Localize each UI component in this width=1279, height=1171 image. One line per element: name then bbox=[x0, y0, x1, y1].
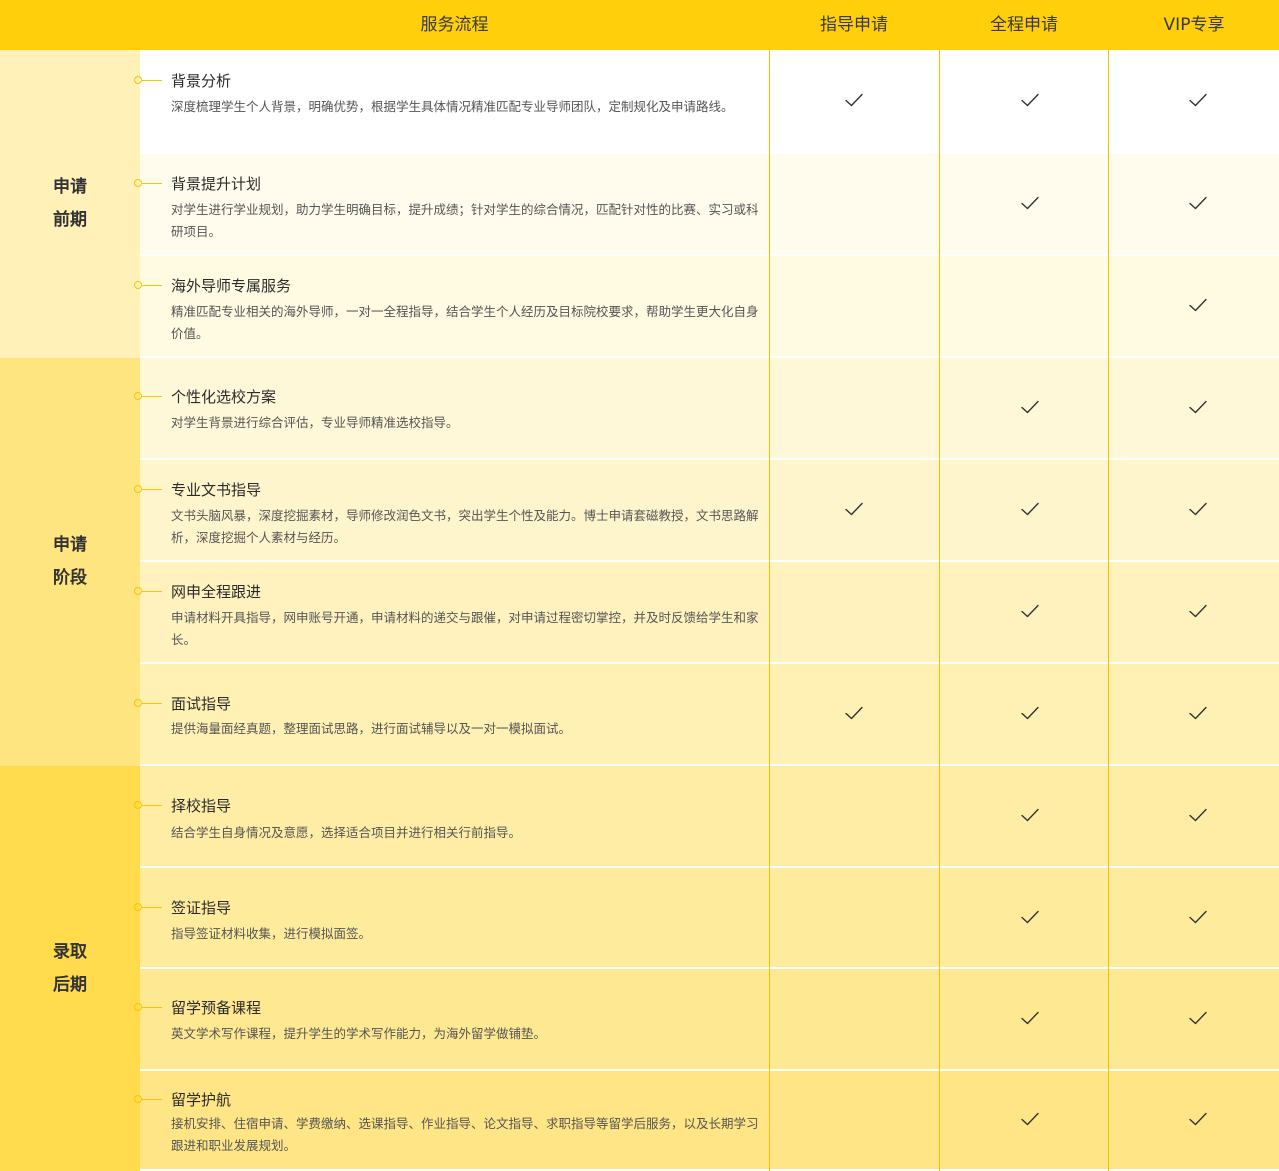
checkmark-icon bbox=[1188, 295, 1208, 315]
service-description: 申请材料开具指导，网申账号开通，申请材料的递交与跟催，对申请过程密切掌控，并及时… bbox=[171, 610, 759, 647]
timeline-dot-icon bbox=[134, 485, 142, 493]
timeline-dot-icon bbox=[134, 179, 142, 187]
header-service-flow: 服务流程 bbox=[420, 15, 489, 35]
service-description: 对学生背景进行综合评估，专业导师精准选校指导。 bbox=[171, 415, 459, 430]
timeline-connector bbox=[142, 1007, 162, 1008]
service-comparison-table: 服务流程 指导申请 全程申请 VIP专享 申请 前期 申请 阶段 录取 后期 背… bbox=[0, 0, 1279, 1171]
timeline-dot-icon bbox=[134, 76, 142, 84]
checkmark-icon bbox=[1020, 193, 1040, 213]
checkmark-icon bbox=[1188, 703, 1208, 723]
service-title: 网申全程跟进 bbox=[171, 583, 262, 601]
service-description: 接机安排、住宿申请、学费缴纳、选课指导、作业指导、论文指导、求职指导等留学后服务… bbox=[171, 1116, 759, 1153]
timeline-dot-icon bbox=[134, 1095, 142, 1103]
service-description: 提供海量面经真题，整理面试思路，进行面试辅导以及一对一模拟面试。 bbox=[171, 721, 572, 736]
timeline-connector bbox=[142, 489, 162, 490]
checkmark-icon bbox=[1188, 90, 1208, 110]
timeline-connector bbox=[142, 183, 162, 184]
checkmark-icon bbox=[1020, 499, 1040, 519]
checkmark-icon bbox=[1020, 397, 1040, 417]
checkmark-icon bbox=[1188, 601, 1208, 621]
service-title: 个性化选校方案 bbox=[171, 388, 277, 406]
service-description: 深度梳理学生个人背景，明确优势，根据学生具体情况精准匹配专业导师团队，定制规化及… bbox=[171, 99, 734, 114]
service-description: 指导签证材料收集，进行模拟面签。 bbox=[171, 926, 372, 941]
service-description: 英文学术写作课程，提升学生的学术写作能力，为海外留学做铺垫。 bbox=[171, 1026, 547, 1041]
header-plan-full: 全程申请 bbox=[990, 15, 1058, 35]
timeline-connector bbox=[142, 396, 162, 397]
checkmark-icon bbox=[1188, 1008, 1208, 1028]
checkmark-icon bbox=[1188, 907, 1208, 927]
service-title: 海外导师专属服务 bbox=[171, 277, 292, 295]
checkmark-icon bbox=[844, 499, 864, 519]
checkmark-icon bbox=[1020, 805, 1040, 825]
stage-label: 申请 阶段 bbox=[53, 535, 87, 588]
checkmark-icon bbox=[844, 90, 864, 110]
service-title: 留学护航 bbox=[171, 1091, 232, 1109]
service-title: 留学预备课程 bbox=[171, 999, 262, 1017]
service-title: 专业文书指导 bbox=[171, 481, 262, 499]
timeline-connector bbox=[142, 703, 162, 704]
stage-post-admission: 录取 后期 bbox=[0, 766, 140, 1171]
stage-pre-application: 申请 前期 bbox=[0, 50, 140, 358]
column-divider bbox=[769, 50, 770, 1171]
service-title: 签证指导 bbox=[171, 899, 232, 917]
timeline-connector bbox=[142, 907, 162, 908]
timeline-dot-icon bbox=[134, 281, 142, 289]
checkmark-icon bbox=[844, 703, 864, 723]
timeline-dot-icon bbox=[134, 699, 142, 707]
timeline-connector bbox=[142, 591, 162, 592]
service-description: 结合学生自身情况及意愿，选择适合项目并进行相关行前指导。 bbox=[171, 825, 522, 840]
timeline-dot-icon bbox=[134, 903, 142, 911]
timeline-dot-icon bbox=[134, 587, 142, 595]
timeline-connector bbox=[142, 805, 162, 806]
checkmark-icon bbox=[1188, 499, 1208, 519]
checkmark-icon bbox=[1188, 805, 1208, 825]
checkmark-icon bbox=[1020, 90, 1040, 110]
timeline-dot-icon bbox=[134, 1003, 142, 1011]
service-title: 背景分析 bbox=[171, 72, 232, 90]
checkmark-icon bbox=[1188, 193, 1208, 213]
service-description: 文书头脑风暴，深度挖掘素材，导师修改润色文书，突出学生个性及能力。博士申请套磁教… bbox=[171, 508, 759, 545]
timeline-connector bbox=[142, 1099, 162, 1100]
checkmark-icon bbox=[1020, 601, 1040, 621]
stage-label: 申请 前期 bbox=[53, 177, 87, 230]
checkmark-icon bbox=[1020, 703, 1040, 723]
service-title: 背景提升计划 bbox=[171, 175, 262, 193]
table-header: 服务流程 指导申请 全程申请 VIP专享 bbox=[0, 0, 1279, 50]
service-description: 对学生进行学业规划，助力学生明确目标，提升成绩；针对学生的综合情况，匹配针对性的… bbox=[171, 202, 759, 239]
header-plan-vip: VIP专享 bbox=[1163, 15, 1225, 35]
checkmark-icon bbox=[1188, 1109, 1208, 1129]
service-title: 面试指导 bbox=[171, 695, 232, 713]
column-divider bbox=[1108, 50, 1109, 1171]
stage-label: 录取 后期 bbox=[53, 941, 87, 995]
checkmark-icon bbox=[1020, 1109, 1040, 1129]
checkmark-icon bbox=[1020, 907, 1040, 927]
checkmark-icon bbox=[1188, 397, 1208, 417]
checkmark-icon bbox=[1020, 1008, 1040, 1028]
service-description: 精准匹配专业相关的海外导师，一对一全程指导，结合学生个人经历及目标院校要求，帮助… bbox=[171, 304, 759, 341]
timeline-dot-icon bbox=[134, 392, 142, 400]
header-plan-guided: 指导申请 bbox=[820, 15, 888, 35]
timeline-dot-icon bbox=[134, 801, 142, 809]
timeline-connector bbox=[142, 80, 162, 81]
stage-application: 申请 阶段 bbox=[0, 358, 140, 766]
timeline-connector bbox=[142, 285, 162, 286]
service-title: 择校指导 bbox=[171, 797, 232, 815]
column-divider bbox=[939, 50, 940, 1171]
